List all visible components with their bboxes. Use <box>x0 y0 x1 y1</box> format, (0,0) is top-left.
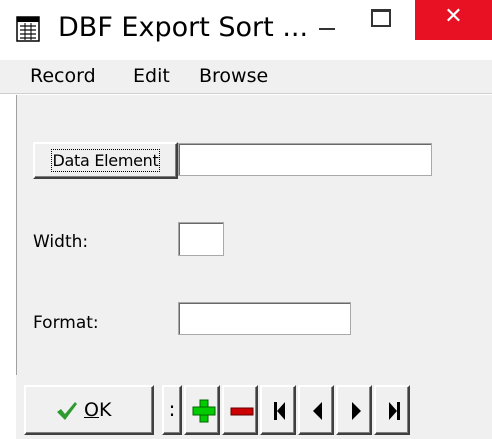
menu-bar: Record Edit Browse <box>0 60 492 94</box>
checkmark-icon <box>57 402 77 420</box>
ok-label: OK <box>84 399 112 421</box>
app-icon[interactable] <box>16 16 40 42</box>
add-record-button[interactable] <box>184 385 220 435</box>
window-title: DBF Export Sort ... <box>58 12 309 43</box>
width-label: Width: <box>33 232 89 252</box>
first-record-button[interactable] <box>260 385 296 435</box>
add-record-icon <box>192 399 216 423</box>
first-record-icon <box>274 402 285 420</box>
next-record-button[interactable] <box>336 385 372 435</box>
data-element-field[interactable] <box>178 143 432 176</box>
delete-record-icon <box>230 407 254 416</box>
close-icon: ✕ <box>444 4 463 29</box>
previous-record-button[interactable] <box>298 385 334 435</box>
dbf-export-sort-window: DBF Export Sort ... ✕ Record Edit Browse… <box>0 0 492 439</box>
format-label: Format: <box>33 313 99 333</box>
data-element-button-label: Data Element <box>50 149 161 172</box>
menu-browse[interactable]: Browse <box>199 65 268 87</box>
close-button[interactable]: ✕ <box>415 0 492 40</box>
maximize-button[interactable] <box>368 6 392 28</box>
minimize-button[interactable] <box>315 12 339 42</box>
format-field[interactable] <box>178 302 351 335</box>
last-record-button[interactable] <box>374 385 410 435</box>
menu-edit[interactable]: Edit <box>133 65 170 87</box>
toolbar-separator-button[interactable]: : <box>162 385 182 435</box>
next-record-icon <box>352 402 361 420</box>
data-element-button[interactable]: Data Element <box>33 142 178 179</box>
previous-record-icon <box>313 402 322 420</box>
bottom-toolbar: OK : <box>16 375 492 439</box>
delete-record-button[interactable] <box>222 385 258 435</box>
last-record-icon <box>389 402 400 420</box>
ok-button[interactable]: OK <box>24 385 154 435</box>
menu-record[interactable]: Record <box>30 65 96 87</box>
title-bar[interactable]: DBF Export Sort ... ✕ <box>0 0 492 60</box>
width-field[interactable] <box>178 222 224 256</box>
